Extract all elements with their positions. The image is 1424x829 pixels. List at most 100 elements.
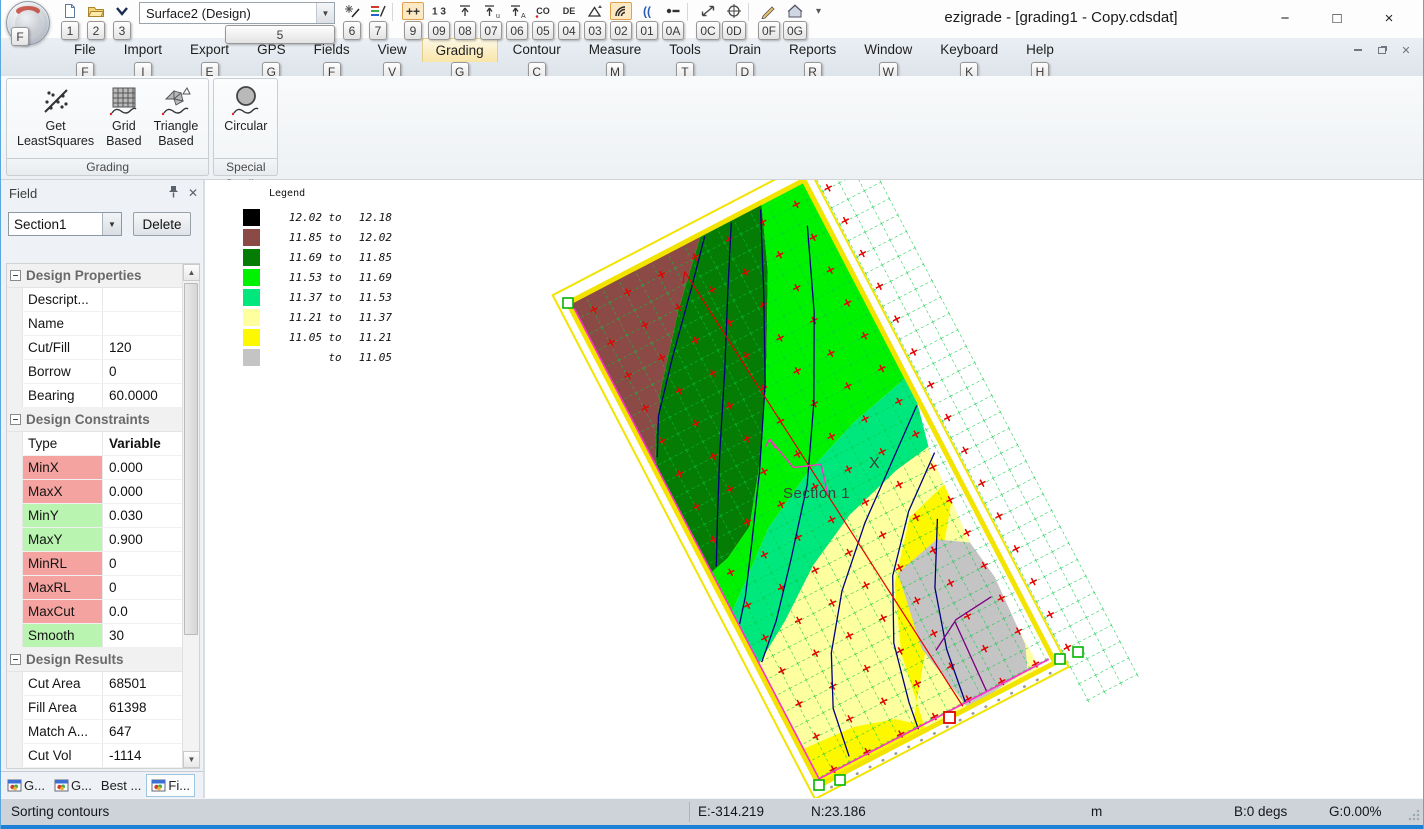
close-button[interactable]: ×	[1363, 0, 1415, 36]
drawing-canvas[interactable]: Legend12.02to12.1811.85to12.0211.69to11.…	[207, 180, 1424, 798]
tab-export[interactable]: ExportE	[177, 38, 242, 81]
grid-scrollbar[interactable]: ▲▼	[182, 264, 199, 768]
row-gutter	[7, 480, 23, 503]
one-three-icon[interactable]: 1 3	[428, 2, 450, 20]
chevron-down-icon[interactable]	[111, 2, 133, 20]
star-line-icon[interactable]	[341, 2, 363, 20]
tab-measure[interactable]: MeasureM	[576, 38, 655, 81]
qat-item[interactable]: ((01	[634, 2, 660, 40]
arrow-bar-a-icon[interactable]: A	[506, 2, 528, 20]
chevron-down-icon[interactable]: ▼	[102, 213, 121, 235]
qat-item[interactable]: 1 309	[426, 2, 452, 40]
qat-item[interactable]: 0A	[660, 2, 686, 40]
collapse-icon[interactable]	[10, 654, 21, 665]
panel-tab-1[interactable]: G...	[50, 774, 96, 797]
qat-item[interactable]: 08	[452, 2, 478, 40]
tab-drain[interactable]: DrainD	[716, 38, 774, 81]
dot-bar-icon[interactable]	[662, 2, 684, 20]
qat-item[interactable]: 0C	[695, 2, 721, 40]
home-icon[interactable]	[784, 2, 806, 20]
tab-grading[interactable]: GradingG	[422, 38, 498, 81]
qat-item[interactable]: 7	[365, 2, 391, 40]
ribbon-button-label: Circular	[224, 119, 267, 134]
scrollbar-thumb[interactable]	[184, 283, 198, 635]
qat-item[interactable]: CO05	[530, 2, 556, 40]
pencil-icon[interactable]	[758, 2, 780, 20]
qat-item[interactable]: 0F	[756, 2, 782, 40]
new-document-icon[interactable]	[59, 2, 81, 20]
mdi-close-button[interactable]: ✕	[1399, 44, 1413, 56]
collapse-icon[interactable]	[10, 414, 21, 425]
tab-gps[interactable]: GPSG	[244, 38, 299, 81]
ribbon-button-get-leastsquares[interactable]: GetLeastSquares	[11, 82, 100, 155]
qat-item[interactable]: u07	[478, 2, 504, 40]
delete-button[interactable]: Delete	[133, 212, 191, 236]
qat-item[interactable]: 02	[608, 2, 634, 40]
panel-tab-2[interactable]: Best ...	[97, 774, 145, 797]
toolbar-overflow-icon[interactable]: ▾	[816, 6, 821, 17]
colored-lines-icon[interactable]	[367, 2, 389, 20]
panel-close-icon[interactable]: ✕	[183, 186, 203, 200]
qat-item[interactable]: DE04	[556, 2, 582, 40]
open-folder-icon[interactable]	[85, 2, 107, 20]
signal-icon[interactable]	[610, 2, 632, 20]
mdi-window-controls: ✕	[1351, 44, 1413, 56]
co-icon[interactable]: CO	[532, 2, 554, 20]
panel-tab-0[interactable]: G...	[3, 774, 49, 797]
chevron-down-icon[interactable]: ▼	[316, 3, 334, 23]
surface-selector-box[interactable]: Surface2 (Design)▼	[139, 2, 335, 24]
resize-grip[interactable]	[1408, 809, 1420, 821]
field-panel-toolbar: Section1 ▼ Delete	[1, 208, 203, 242]
triangle-contour-icon[interactable]	[584, 2, 606, 20]
active-handle[interactable]	[944, 712, 955, 723]
tab-import[interactable]: ImportI	[111, 38, 175, 81]
scroll-up-icon[interactable]: ▲	[183, 264, 200, 281]
maximize-button[interactable]: □	[1311, 0, 1363, 36]
qat-item[interactable]: 0G	[782, 2, 808, 40]
qat-item[interactable]: 0D	[721, 2, 747, 40]
qat-item[interactable]: A06	[504, 2, 530, 40]
tab-window[interactable]: WindowW	[851, 38, 925, 81]
tab-reports[interactable]: ReportsR	[776, 38, 849, 81]
qat-item[interactable]: 3	[109, 2, 135, 40]
ribbon-button-grid-based[interactable]: GridBased	[100, 82, 147, 155]
surface-selector[interactable]: Surface2 (Design)▼5	[139, 2, 335, 44]
arrow-bar-icon[interactable]	[454, 2, 476, 20]
qat-item[interactable]: 03	[582, 2, 608, 40]
grid-section-header[interactable]: Design Properties	[7, 264, 199, 288]
section-selector[interactable]: Section1 ▼	[8, 212, 122, 236]
qat-item[interactable]: 1	[57, 2, 83, 40]
field-panel-header: Field ✕	[1, 180, 203, 206]
tab-view[interactable]: ViewV	[365, 38, 420, 81]
map-surface[interactable]: Section 1X	[207, 180, 1424, 798]
tab-fields[interactable]: FieldsF	[301, 38, 363, 81]
qat-item[interactable]: ++9	[400, 2, 426, 40]
tab-help[interactable]: HelpH	[1013, 38, 1067, 81]
dot-bar-icon	[664, 3, 682, 19]
tab-file[interactable]: FileF	[61, 38, 109, 81]
qat-item[interactable]: 2	[83, 2, 109, 40]
de-icon[interactable]: DE	[558, 2, 580, 20]
table-row: TypeVariable	[7, 432, 199, 456]
tab-tools[interactable]: ToolsT	[656, 38, 714, 81]
plus-plus-icon[interactable]: ++	[402, 2, 424, 20]
grid-section-header[interactable]: Design Results	[7, 648, 199, 672]
grid-section-header[interactable]: Design Constraints	[7, 408, 199, 432]
mdi-minimize-button[interactable]	[1351, 44, 1365, 56]
property-label: MinRL	[23, 552, 103, 575]
tab-contour[interactable]: ContourC	[500, 38, 574, 81]
mdi-restore-button[interactable]	[1375, 44, 1389, 56]
double-arc-icon[interactable]: ((	[636, 2, 658, 20]
collapse-icon[interactable]	[10, 270, 21, 281]
scroll-down-icon[interactable]: ▼	[183, 751, 200, 768]
pin-icon[interactable]	[163, 185, 183, 201]
panel-tab-3[interactable]: Fi...	[146, 774, 195, 797]
minimize-button[interactable]: −	[1259, 0, 1311, 36]
tab-keyboard[interactable]: KeyboardK	[927, 38, 1011, 81]
qat-item[interactable]: 6	[339, 2, 365, 40]
ribbon-button-circular[interactable]: Circular	[218, 82, 273, 155]
arrow-bar-u-icon[interactable]: u	[480, 2, 502, 20]
expand-arrows-icon[interactable]	[697, 2, 719, 20]
ribbon-button-triangle-based[interactable]: TriangleBased	[148, 82, 205, 155]
crosshair-icon[interactable]	[723, 2, 745, 20]
